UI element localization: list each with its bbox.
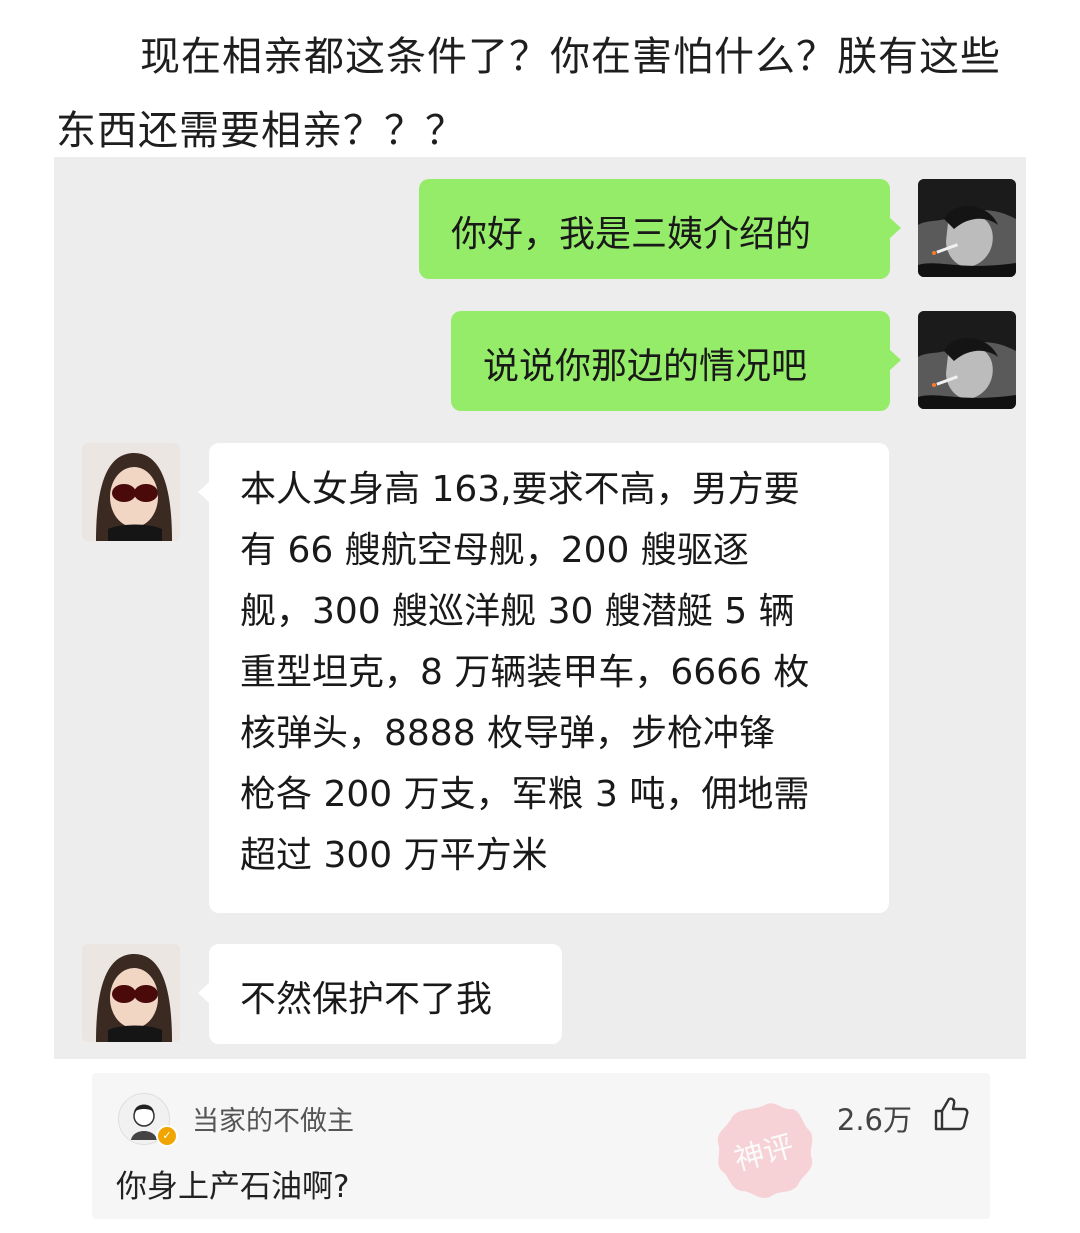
verified-badge-icon: ✓ bbox=[156, 1125, 178, 1147]
commenter-name[interactable]: 当家的不做主 bbox=[192, 1099, 354, 1138]
message-line: 核弹头，8888 枚导弹，步枪冲锋 bbox=[240, 713, 776, 754]
chat-panel: 你好，我是三姨介绍的 说说你那边的情况吧 本人女身高 163,要求不高，男方要 bbox=[54, 157, 1026, 1059]
boy-portrait-icon bbox=[918, 311, 1016, 409]
contact-avatar[interactable] bbox=[82, 944, 180, 1042]
thumbs-up-icon[interactable] bbox=[932, 1095, 970, 1133]
chat-bubble-sent[interactable]: 说说你那边的情况吧 bbox=[451, 311, 901, 411]
my-avatar[interactable] bbox=[918, 179, 1016, 277]
my-avatar[interactable] bbox=[918, 311, 1016, 409]
message-line: 重型坦克，8 万辆装甲车，6666 枚 bbox=[240, 652, 810, 693]
message-line: 本人女身高 163,要求不高，男方要 bbox=[240, 469, 800, 510]
boy-portrait-icon bbox=[918, 179, 1016, 277]
like-count: 2.6万 bbox=[836, 1103, 912, 1137]
contact-avatar[interactable] bbox=[82, 443, 180, 541]
message-text: 不然保护不了我 bbox=[240, 979, 493, 1020]
post-text: 现在相亲都这条件了？你在害怕什么？朕有这些东西还需要相亲？？？ bbox=[56, 34, 1001, 154]
chat-bubble-received[interactable]: 本人女身高 163,要求不高，男方要 有 66 艘航空母舰，200 艘驱逐 舰，… bbox=[198, 443, 889, 913]
message-text: 说说你那边的情况吧 bbox=[483, 346, 808, 387]
comment-text: 你身上产石油啊? bbox=[116, 1169, 350, 1205]
chat-bubble-received[interactable]: 不然保护不了我 bbox=[198, 944, 562, 1044]
message-text: 你好，我是三姨介绍的 bbox=[451, 214, 812, 255]
message-line: 枪各 200 万支，军粮 3 吨，佣地需 bbox=[240, 774, 810, 815]
chat-bubble-sent[interactable]: 你好，我是三姨介绍的 bbox=[419, 179, 901, 279]
stamp-icon: 神评 bbox=[710, 1097, 820, 1207]
girl-portrait-icon bbox=[82, 944, 180, 1042]
girl-portrait-icon bbox=[82, 443, 180, 541]
message-line: 有 66 艘航空母舰，200 艘驱逐 bbox=[240, 530, 749, 571]
message-line: 舰，300 艘巡洋舰 30 艘潜艇 5 辆 bbox=[240, 591, 795, 632]
message-line: 超过 300 万平方米 bbox=[240, 835, 548, 876]
top-comment: ✓ 当家的不做主 神评 2.6万 你身上产石油啊? bbox=[92, 1073, 990, 1219]
